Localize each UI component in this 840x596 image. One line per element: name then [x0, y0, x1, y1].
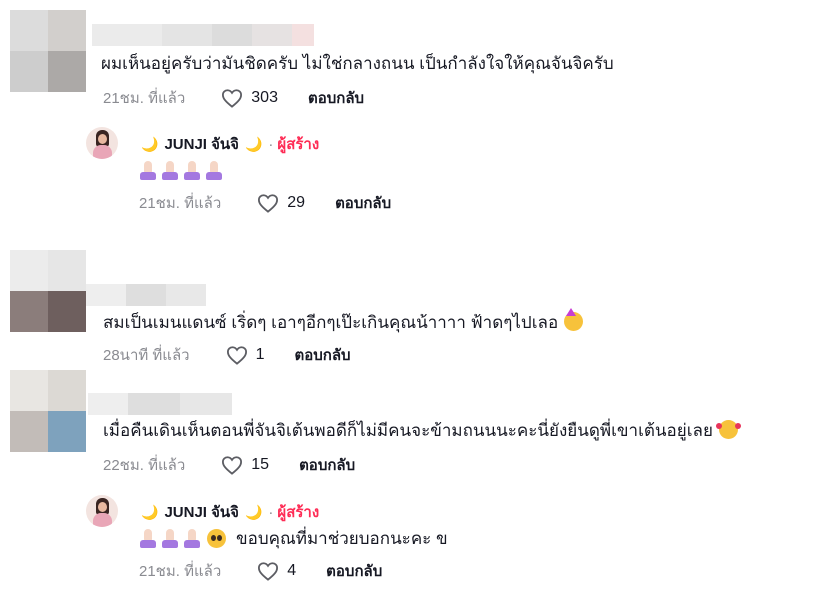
avatar-pixelated-1[interactable] [10, 10, 86, 92]
reply-text: ขอบคุณที่มาช่วยบอกนะคะ ข [236, 529, 448, 548]
creator-username[interactable]: JUNJI จันจิ [164, 500, 239, 524]
palms-up-together-icon [139, 161, 157, 181]
heart-outline-icon [222, 89, 243, 108]
like-button[interactable]: 303 [221, 88, 278, 108]
avatar-pixelated-2[interactable] [10, 250, 86, 332]
comment-text-body: เมื่อคืนเดินเห็นตอนพี่จันจิเต้นพอดีก็ไม่… [103, 421, 713, 440]
heart-outline-icon [258, 562, 279, 581]
reply-button[interactable]: ตอบกลับ [326, 559, 382, 583]
pleading-face-icon [207, 529, 226, 548]
heart-outline-icon [258, 194, 279, 213]
crescent-moon-icon: 🌙 [141, 135, 159, 152]
like-count: 4 [287, 562, 297, 579]
palms-up-together-icon [161, 528, 179, 549]
creator-avatar[interactable] [86, 127, 118, 159]
username-blurred-3[interactable] [88, 393, 232, 415]
avatar-pixelated-3[interactable] [10, 370, 86, 452]
reply-emoji-row [139, 161, 223, 181]
comment-time: 21ชม. ที่แล้ว [103, 90, 186, 107]
username-blurred-2[interactable] [86, 284, 206, 306]
comment-meta: 22ชม. ที่แล้ว 15 ตอบกลับ [103, 453, 355, 477]
creator-header: 🌙 JUNJI จันจิ 🌙 · ผู้สร้าง [141, 500, 319, 524]
comment-time: 22ชม. ที่แล้ว [103, 457, 186, 474]
crescent-moon-icon: 🌙 [244, 135, 263, 152]
comment-text: เมื่อคืนเดินเห็นตอนพี่จันจิเต้นพอดีก็ไม่… [103, 420, 741, 442]
like-count: 15 [251, 456, 270, 473]
creator-avatar[interactable] [86, 495, 118, 527]
palms-up-together-icon [139, 528, 157, 549]
creator-username[interactable]: JUNJI จันจิ [164, 132, 239, 156]
creator-badge: ผู้สร้าง [277, 136, 320, 153]
reply-meta: 21ชม. ที่แล้ว 4 ตอบกลับ [139, 559, 382, 583]
creator-badge: ผู้สร้าง [277, 504, 320, 521]
like-button[interactable]: 4 [257, 561, 296, 581]
reply-button[interactable]: ตอบกลับ [299, 453, 355, 477]
reply-button[interactable]: ตอบกลับ [308, 86, 364, 110]
reply-button[interactable]: ตอบกลับ [335, 191, 391, 215]
like-count: 29 [287, 194, 306, 211]
creator-header: 🌙 JUNJI จันจิ 🌙 · ผู้สร้าง [141, 132, 319, 156]
partying-face-icon [564, 308, 584, 331]
username-blurred-1[interactable] [92, 24, 314, 46]
heart-outline-icon [226, 346, 247, 365]
reply-time: 21ชม. ที่แล้ว [139, 563, 222, 580]
comment-meta: 21ชม. ที่แล้ว 303 ตอบกลับ [103, 86, 364, 110]
reply-text-row: ขอบคุณที่มาช่วยบอกนะคะ ข [139, 525, 448, 552]
like-count: 1 [255, 346, 265, 363]
comment-text-body: สมเป็นเมนแดนซ์ เริ่ดๆ เอาๆอีกๆเป๊ะเกินคุ… [103, 313, 559, 332]
comment-text: ผมเห็นอยู่ครับว่ามันชิดครับ ไม่ใช่กลางถน… [101, 54, 614, 73]
crescent-moon-icon: 🌙 [141, 503, 159, 520]
like-button[interactable]: 29 [257, 193, 305, 213]
comment-text: สมเป็นเมนแดนซ์ เริ่ดๆ เอาๆอีกๆเป๊ะเกินคุ… [103, 308, 584, 334]
comment-time: 28นาที ที่แล้ว [103, 347, 190, 364]
like-button[interactable]: 15 [221, 455, 269, 475]
separator-dot: · [268, 503, 274, 521]
heart-outline-icon [222, 456, 243, 475]
like-button[interactable]: 1 [226, 345, 265, 365]
palms-up-together-icon [183, 528, 201, 549]
palms-up-together-icon [161, 161, 179, 181]
comment-meta: 28นาที ที่แล้ว 1 ตอบกลับ [103, 343, 351, 367]
reply-meta: 21ชม. ที่แล้ว 29 ตอบกลับ [139, 191, 391, 215]
smiling-face-with-hearts-icon [715, 420, 741, 439]
palms-up-together-icon [205, 161, 223, 181]
like-count: 303 [251, 89, 278, 106]
separator-dot: · [268, 135, 274, 153]
reply-button[interactable]: ตอบกลับ [295, 343, 351, 367]
reply-emoji-row [139, 528, 201, 549]
crescent-moon-icon: 🌙 [244, 503, 263, 520]
reply-time: 21ชม. ที่แล้ว [139, 195, 222, 212]
palms-up-together-icon [183, 161, 201, 181]
